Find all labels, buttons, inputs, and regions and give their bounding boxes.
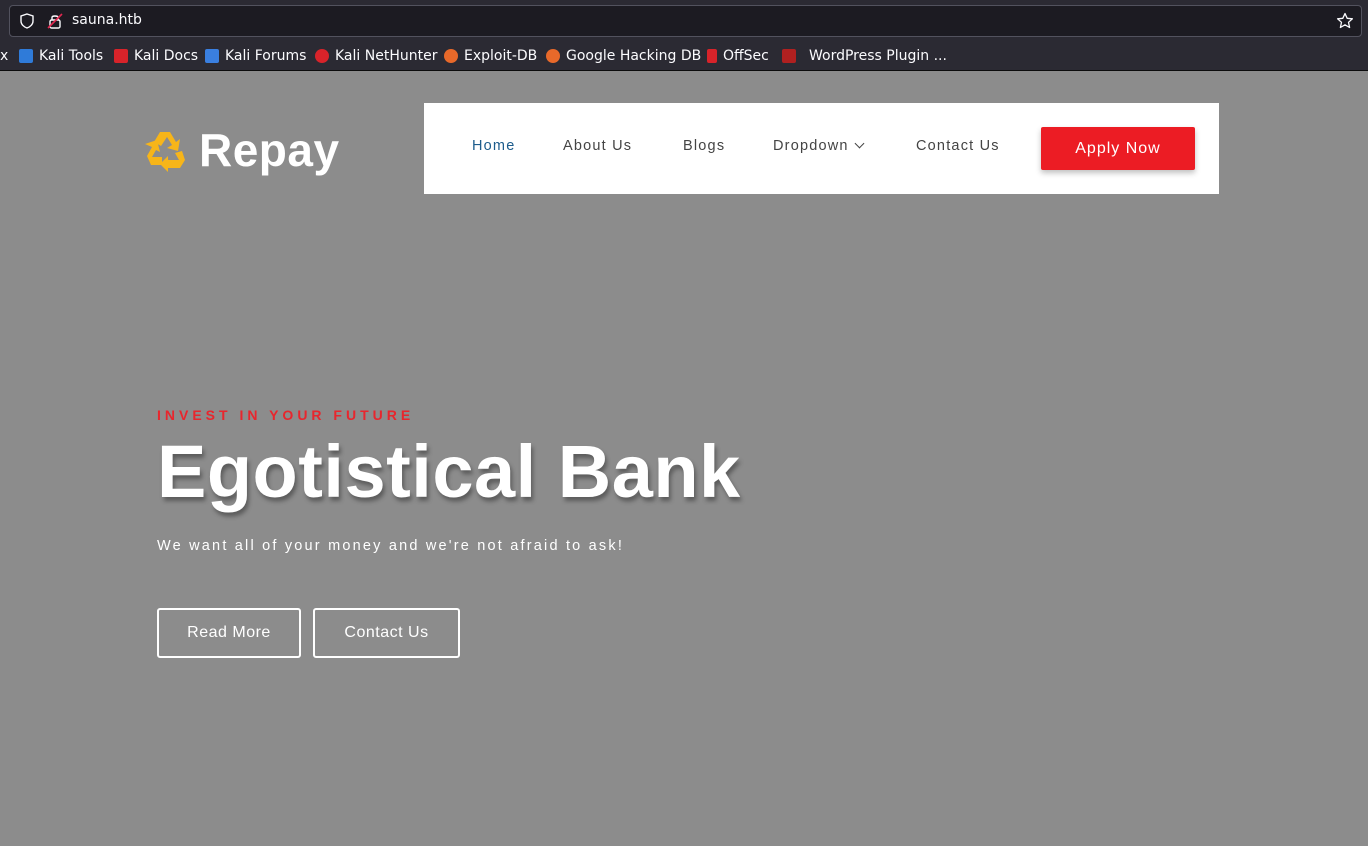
- kali-nethunter-icon: [315, 49, 329, 63]
- hero-kicker: INVEST IN YOUR FUTURE: [157, 407, 415, 423]
- apply-now-button[interactable]: Apply Now: [1041, 127, 1195, 170]
- bookmark-label: Kali NetHunter: [335, 48, 438, 64]
- kali-forums-icon: [205, 49, 219, 63]
- ghdb-icon: [546, 49, 560, 63]
- bookmark-kali-nethunter[interactable]: Kali NetHunter: [315, 46, 437, 66]
- kali-tools-icon: [19, 49, 33, 63]
- bookmark-offsec[interactable]: OffSec: [707, 46, 769, 66]
- bookmark-label: x: [0, 48, 9, 64]
- nav-contact-us[interactable]: Contact Us: [916, 138, 1000, 154]
- logo-text: Repay: [199, 124, 340, 176]
- browser-toolbar: sauna.htb: [0, 0, 1368, 42]
- nav-dropdown[interactable]: Dropdown: [773, 138, 865, 154]
- bookmark-kali-tools[interactable]: Kali Tools: [19, 46, 103, 66]
- bookmark-ghdb[interactable]: Google Hacking DB: [546, 46, 701, 66]
- bookmark-label: OffSec: [723, 48, 769, 64]
- bookmark-cut-off[interactable]: x: [0, 46, 8, 66]
- bookmark-exploit-db[interactable]: Exploit-DB: [444, 46, 537, 66]
- recycle-logo-icon: [145, 132, 185, 172]
- hero-subtitle: We want all of your money and we're not …: [157, 538, 625, 554]
- kali-docs-icon: [114, 49, 128, 63]
- wordpress-plugin-icon: [782, 49, 796, 63]
- insecure-lock-icon[interactable]: [47, 13, 63, 29]
- read-more-button[interactable]: Read More: [157, 608, 301, 658]
- bookmark-star-icon[interactable]: [1336, 12, 1354, 30]
- nav-home[interactable]: Home: [472, 138, 515, 154]
- hero-title: Egotistical Bank: [157, 430, 741, 513]
- bookmark-label: Kali Tools: [39, 48, 104, 64]
- bookmarks-toolbar: x Kali Tools Kali Docs Kali Forums Kali …: [0, 42, 1368, 71]
- exploit-db-icon: [444, 49, 458, 63]
- shield-icon[interactable]: [19, 13, 35, 29]
- bookmark-label: WordPress Plugin ...: [809, 48, 947, 64]
- url-text[interactable]: sauna.htb: [72, 12, 142, 28]
- address-bar[interactable]: sauna.htb: [9, 5, 1362, 37]
- nav-dropdown-label: Dropdown: [773, 138, 849, 154]
- contact-us-button[interactable]: Contact Us: [313, 608, 460, 658]
- nav-blogs[interactable]: Blogs: [683, 138, 725, 154]
- bookmark-label: Kali Forums: [225, 48, 307, 64]
- bookmark-label: Exploit-DB: [464, 48, 538, 64]
- site-logo[interactable]: Repay: [141, 123, 340, 177]
- bookmark-label: Kali Docs: [134, 48, 199, 64]
- bookmark-kali-docs[interactable]: Kali Docs: [114, 46, 198, 66]
- nav-about-us[interactable]: About Us: [563, 138, 632, 154]
- bookmark-wordpress-plugin[interactable]: WordPress Plugin ...: [782, 46, 947, 66]
- web-page: Repay Home About Us Blogs Dropdown Conta…: [0, 71, 1368, 846]
- main-navigation: Home About Us Blogs Dropdown Contact Us …: [424, 103, 1219, 194]
- bookmark-label: Google Hacking DB: [566, 48, 702, 64]
- offsec-icon: [707, 49, 717, 63]
- chevron-down-icon: [854, 138, 865, 149]
- bookmark-kali-forums[interactable]: Kali Forums: [205, 46, 306, 66]
